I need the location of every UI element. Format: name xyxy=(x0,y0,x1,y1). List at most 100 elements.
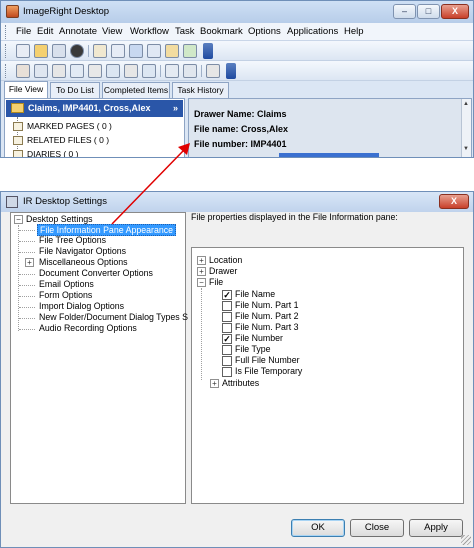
search-icon[interactable] xyxy=(129,44,143,58)
app-icon xyxy=(6,5,19,18)
checkbox-full-file-number[interactable] xyxy=(222,356,232,366)
title-bar[interactable]: ImageRight Desktop – □ X xyxy=(1,1,473,23)
settings-icon[interactable] xyxy=(206,64,220,78)
ok-button[interactable]: OK xyxy=(291,519,345,537)
properties-icon[interactable] xyxy=(52,44,66,58)
tree-item-form-options[interactable]: Form Options xyxy=(39,290,92,300)
tree-root-desktop-settings[interactable]: Desktop Settings xyxy=(26,214,93,224)
note-icon[interactable] xyxy=(183,64,197,78)
menu-view[interactable]: View xyxy=(102,26,122,37)
minimize-button[interactable]: – xyxy=(393,4,416,19)
scissors-icon[interactable] xyxy=(88,64,102,78)
tree-item-new-folder-document-dialog-types[interactable]: New Folder/Document Dialog Types S xyxy=(39,312,188,322)
tree-item-location[interactable]: Location xyxy=(209,255,242,265)
rotate-icon[interactable] xyxy=(124,64,138,78)
tab-task-history[interactable]: Task History xyxy=(172,82,229,98)
tree-connector xyxy=(19,241,35,242)
checkbox-file-name[interactable]: ✓ xyxy=(222,290,232,300)
maximize-button[interactable]: □ xyxy=(417,4,440,19)
menu-file[interactable]: File xyxy=(16,26,31,37)
print-icon[interactable] xyxy=(147,44,161,58)
scroll-up-icon[interactable]: ▲ xyxy=(463,101,469,107)
loading-bar xyxy=(279,153,379,157)
checkbox-file-num-part-1[interactable] xyxy=(222,301,232,311)
tree-item-diaries[interactable]: DIARIES ( 0 ) xyxy=(13,149,79,158)
tab-completed-items[interactable]: Completed Items xyxy=(102,82,170,98)
apply-button[interactable]: Apply xyxy=(409,519,463,537)
tree-item-marked-pages[interactable]: MARKED PAGES ( 0 ) xyxy=(13,121,112,131)
highlight-icon[interactable] xyxy=(165,64,179,78)
page-icon[interactable] xyxy=(16,64,30,78)
menu-task[interactable]: Task xyxy=(175,26,195,37)
toolbar-overflow-icon[interactable] xyxy=(226,63,236,79)
file-field-label: File Num. Part 3 xyxy=(235,322,299,332)
stamp-icon[interactable] xyxy=(52,64,66,78)
record-icon[interactable] xyxy=(70,44,84,58)
file-cabinet-icon[interactable] xyxy=(165,44,179,58)
redact-icon[interactable] xyxy=(106,64,120,78)
open-folder-icon[interactable] xyxy=(34,44,48,58)
menu-applications[interactable]: Applications xyxy=(287,26,338,37)
checkbox-is-file-temporary[interactable] xyxy=(222,367,232,377)
collapse-chevron-icon[interactable]: » xyxy=(173,100,178,116)
checkbox-file-num-part-2[interactable] xyxy=(222,312,232,322)
expand-icon[interactable]: + xyxy=(197,256,206,265)
expand-icon[interactable]: + xyxy=(210,379,219,388)
menu-annotate[interactable]: Annotate xyxy=(59,26,97,37)
move-icon[interactable] xyxy=(142,64,156,78)
menu-edit[interactable]: Edit xyxy=(37,26,53,37)
menu-workflow[interactable]: Workflow xyxy=(130,26,169,37)
menu-bookmark[interactable]: Bookmark xyxy=(200,26,243,37)
tree-item-file-tree-options[interactable]: File Tree Options xyxy=(39,235,106,245)
checkbox-file-num-part-3[interactable] xyxy=(222,323,232,333)
dialog-title-bar[interactable]: IR Desktop Settings X xyxy=(1,192,473,212)
tree-item-import-dialog-options[interactable]: Import Dialog Options xyxy=(39,301,124,311)
tree-item-label: RELATED FILES ( 0 ) xyxy=(27,135,110,145)
tree-connector xyxy=(201,288,202,380)
toolbar-overflow-icon[interactable] xyxy=(203,43,213,59)
diary-icon xyxy=(13,150,23,157)
tree-item-email-options[interactable]: Email Options xyxy=(39,279,94,289)
tree-item-file[interactable]: File xyxy=(209,277,223,287)
annotation-toolbar xyxy=(1,61,473,81)
file-field-label: File Type xyxy=(235,344,271,354)
checkbox-file-number[interactable]: ✓ xyxy=(222,334,232,344)
tree-item-attributes[interactable]: Attributes xyxy=(222,378,259,388)
file-field-label: Full File Number xyxy=(235,355,300,365)
document-icon[interactable] xyxy=(111,44,125,58)
menu-grip[interactable] xyxy=(5,25,8,39)
tree-connector xyxy=(19,252,35,253)
pencil-icon[interactable] xyxy=(34,64,48,78)
close-button[interactable]: X xyxy=(441,4,469,19)
tree-item-document-converter-options[interactable]: Document Converter Options xyxy=(39,268,153,278)
dialog-close-button[interactable]: X xyxy=(439,194,469,209)
tab-file-view[interactable]: File View xyxy=(4,81,48,98)
folder-header[interactable]: Claims, IMP4401, Cross,Alex » xyxy=(6,100,183,117)
workflow-icon[interactable] xyxy=(183,44,197,58)
collapse-icon[interactable]: − xyxy=(14,215,23,224)
toolbar-grip[interactable] xyxy=(5,44,8,58)
expand-icon[interactable]: + xyxy=(197,267,206,276)
tree-item-file-navigator-options[interactable]: File Navigator Options xyxy=(39,246,126,256)
expand-icon[interactable]: + xyxy=(25,258,34,267)
toolbar-grip[interactable] xyxy=(5,64,8,78)
checkbox-file-type[interactable] xyxy=(222,345,232,355)
tree-item-related-files[interactable]: RELATED FILES ( 0 ) xyxy=(13,135,110,145)
tree-item-audio-recording-options[interactable]: Audio Recording Options xyxy=(39,323,137,333)
edit-icon[interactable] xyxy=(70,64,84,78)
tree-item-label: DIARIES ( 0 ) xyxy=(27,149,79,158)
close-dialog-button[interactable]: Close xyxy=(350,519,404,537)
menu-help[interactable]: Help xyxy=(344,26,364,37)
tree-connector xyxy=(19,230,35,231)
collapse-icon[interactable]: − xyxy=(197,278,206,287)
toolbar-separator xyxy=(160,65,161,77)
tab-to-do-list[interactable]: To Do List xyxy=(50,82,100,98)
scroll-down-icon[interactable]: ▼ xyxy=(463,146,469,152)
info-scrollbar[interactable]: ▲ ▼ xyxy=(461,99,471,157)
menu-options[interactable]: Options xyxy=(248,26,281,37)
new-file-icon[interactable] xyxy=(16,44,30,58)
resize-grip-icon[interactable] xyxy=(461,535,471,545)
folder-view-icon[interactable] xyxy=(93,44,107,58)
tree-item-drawer[interactable]: Drawer xyxy=(209,266,237,276)
tree-item-miscellaneous-options[interactable]: Miscellaneous Options xyxy=(39,257,128,267)
